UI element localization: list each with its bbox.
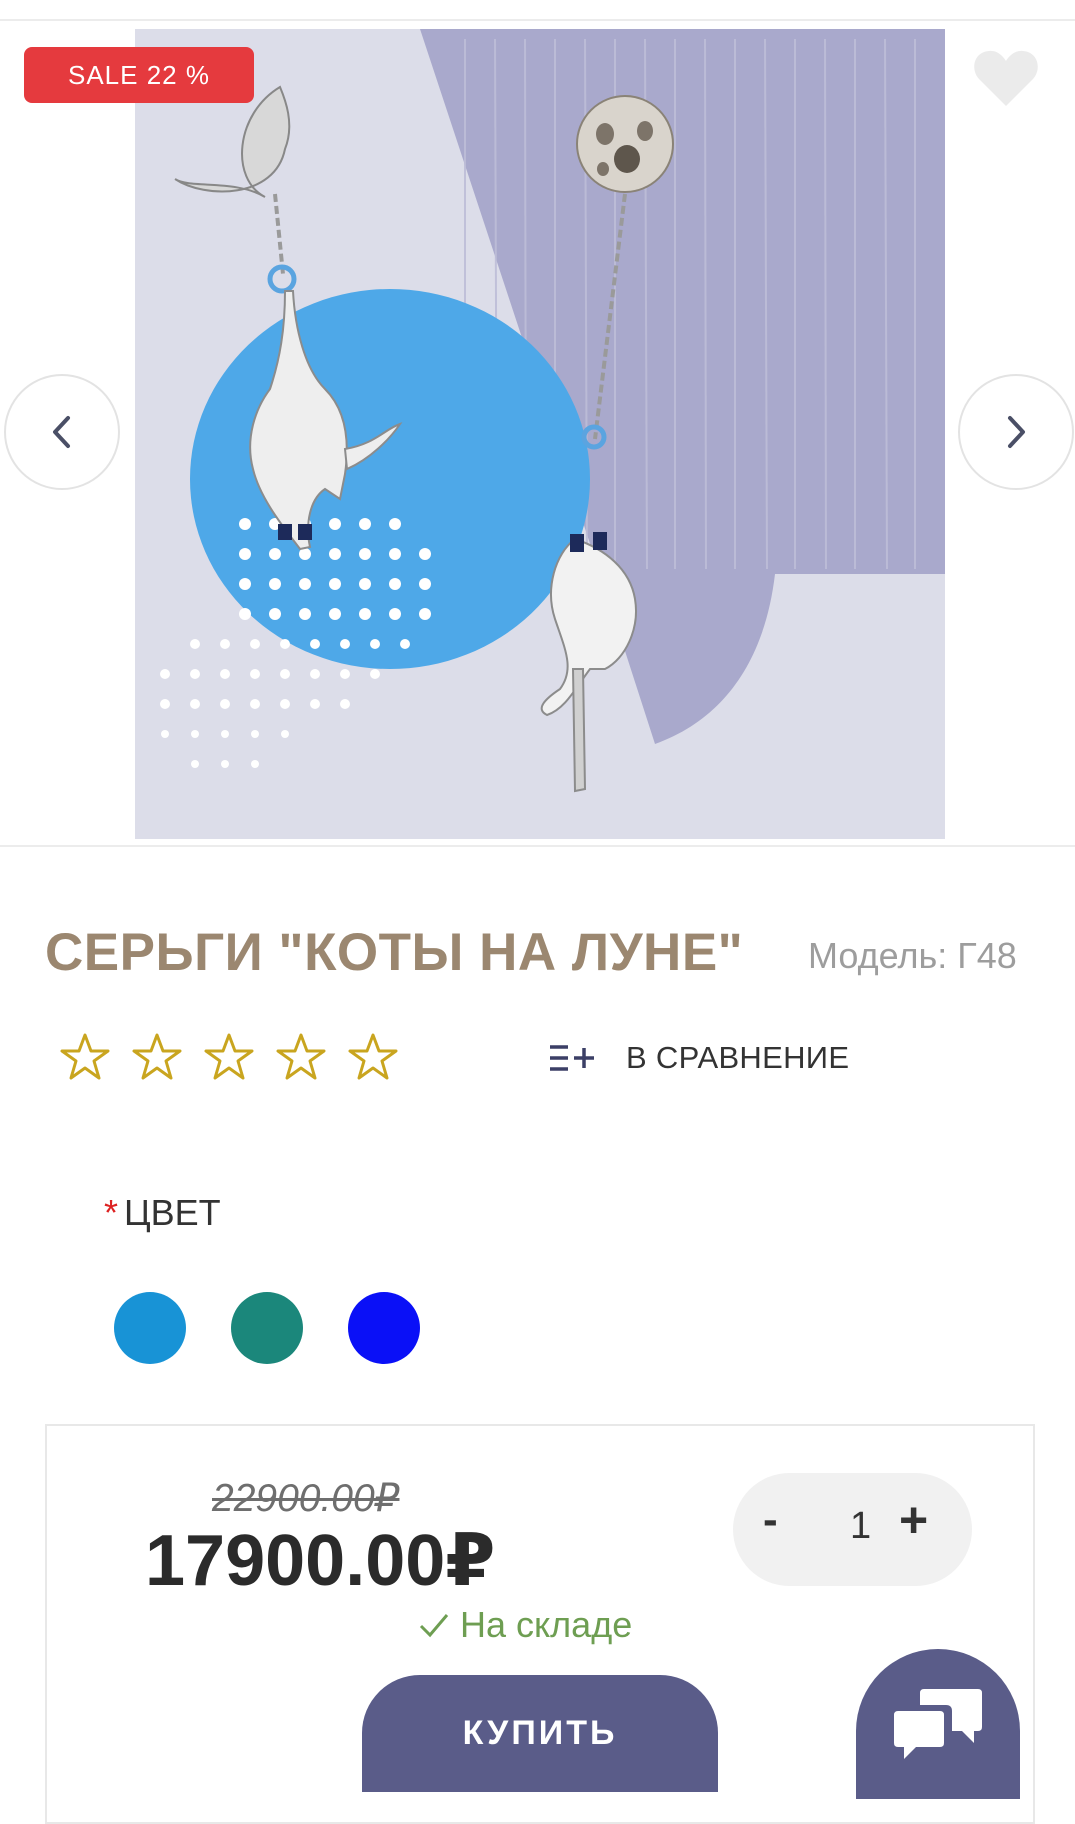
quantity-value[interactable]: 1: [850, 1505, 871, 1548]
quantity-stepper: - 1 +: [733, 1473, 972, 1586]
star-icon[interactable]: [58, 1030, 112, 1084]
buy-button[interactable]: КУПИТЬ: [362, 1675, 718, 1792]
compare-list-icon: [550, 1045, 594, 1071]
chat-button[interactable]: [856, 1649, 1020, 1799]
gallery-divider: [0, 845, 1075, 847]
wishlist-button[interactable]: [972, 48, 1040, 108]
sale-badge: SALE 22 %: [24, 47, 254, 103]
product-title: СЕРЬГИ "КОТЫ НА ЛУНЕ": [45, 923, 744, 982]
star-icon[interactable]: [130, 1030, 184, 1084]
gallery-prev-button[interactable]: [4, 374, 120, 490]
chevron-right-icon: [1008, 416, 1025, 448]
add-to-compare-button[interactable]: В СРАВНЕНИЕ: [548, 1040, 849, 1076]
top-divider: [0, 19, 1075, 21]
old-price: 22900.00₽: [212, 1477, 400, 1520]
chat-bubbles-icon: [894, 1689, 982, 1759]
required-mark: *: [104, 1192, 119, 1233]
rating-stars[interactable]: [58, 1030, 400, 1084]
color-swatch-light-blue[interactable]: [114, 1292, 186, 1364]
current-price: 17900.00₽: [145, 1521, 496, 1601]
product-image: [135, 29, 945, 839]
stock-status-text: На складе: [460, 1604, 633, 1645]
compare-label: В СРАВНЕНИЕ: [626, 1040, 850, 1075]
chevron-left-icon: [53, 416, 70, 448]
star-icon[interactable]: [346, 1030, 400, 1084]
star-icon[interactable]: [202, 1030, 256, 1084]
quantity-increase-button[interactable]: +: [899, 1495, 928, 1545]
check-icon: [419, 1614, 449, 1638]
color-option-label: * ЦВЕТ: [104, 1192, 221, 1234]
gallery-next-button[interactable]: [958, 374, 1074, 490]
stock-status: На складе: [418, 1604, 632, 1646]
color-swatch-blue[interactable]: [348, 1292, 420, 1364]
star-icon[interactable]: [274, 1030, 328, 1084]
model-label: Модель: Г48: [808, 935, 1017, 976]
color-label-text: ЦВЕТ: [124, 1192, 221, 1233]
color-swatch-teal[interactable]: [231, 1292, 303, 1364]
quantity-decrease-button[interactable]: -: [763, 1495, 778, 1545]
heart-icon: [974, 50, 1038, 106]
